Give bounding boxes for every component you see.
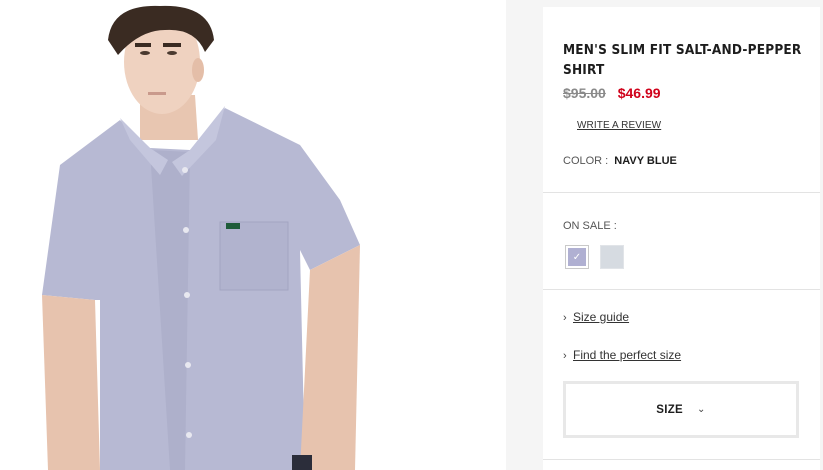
chevron-down-icon: ⌄ — [697, 404, 706, 415]
write-review-link[interactable]: WRITE A REVIEW — [577, 120, 661, 131]
sale-price: $46.99 — [617, 85, 661, 101]
product-image[interactable] — [0, 0, 506, 470]
size-select-button[interactable]: SIZE ⌄ — [563, 381, 799, 438]
swatch-lavender-selected[interactable]: ✓ — [565, 245, 589, 269]
chevron-right-icon: › — [563, 350, 567, 362]
size-guide-link[interactable]: › Size guide — [563, 310, 629, 324]
size-label: SIZE — [656, 403, 684, 416]
color-value: NAVY BLUE — [614, 155, 677, 167]
model-photo — [0, 0, 506, 470]
divider — [543, 459, 820, 460]
product-header: MEN'S SLIM FIT SALT-AND-PEPPER SHIRT $95… — [543, 7, 820, 193]
swatch-light-grey[interactable] — [600, 245, 624, 269]
checkmark-icon: ✓ — [568, 248, 586, 266]
price-row: $95.00 $46.99 — [563, 85, 661, 101]
size-guide-label: Size guide — [573, 310, 630, 324]
find-perfect-size-label: Find the perfect size — [573, 348, 682, 362]
sale-variants: ON SALE : ✓ — [543, 193, 820, 290]
color-info: COLOR : NAVY BLUE — [563, 155, 677, 167]
on-sale-label: ON SALE : — [563, 220, 617, 232]
original-price: $95.00 — [563, 85, 606, 101]
chevron-right-icon: › — [563, 312, 567, 324]
find-perfect-size-link[interactable]: › Find the perfect size — [563, 348, 681, 362]
product-title: MEN'S SLIM FIT SALT-AND-PEPPER SHIRT — [563, 42, 802, 78]
product-info-panel: MEN'S SLIM FIT SALT-AND-PEPPER SHIRT $95… — [543, 7, 820, 470]
color-label: COLOR : — [563, 155, 609, 167]
